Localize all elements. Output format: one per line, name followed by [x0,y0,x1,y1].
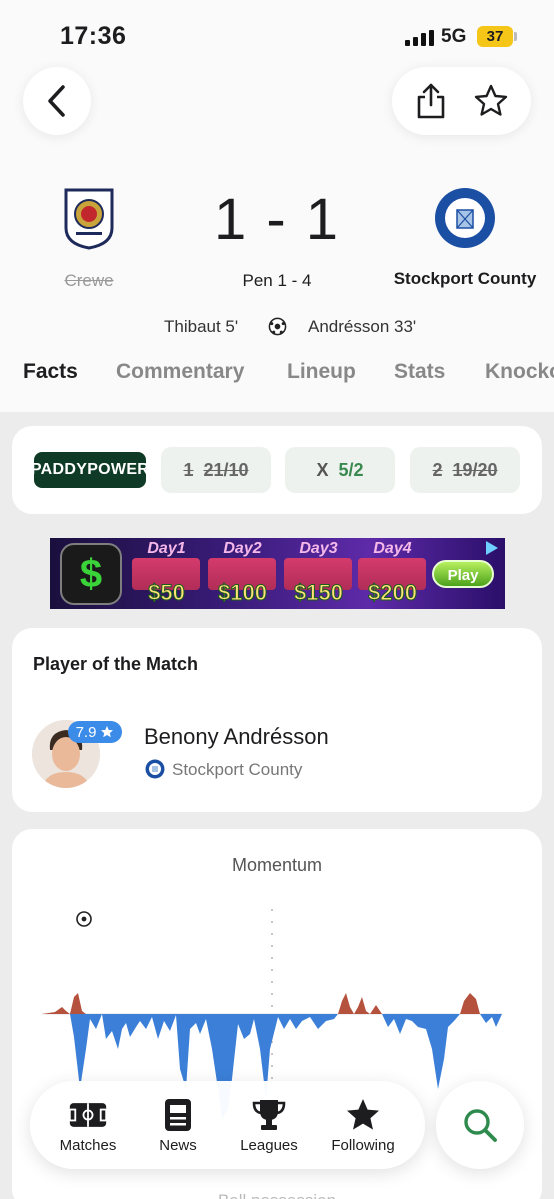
away-scorer[interactable]: Andrésson 33' [308,317,416,337]
goal-marker-icon [76,911,92,927]
header-actions [392,67,531,135]
network-type: 5G [441,26,467,47]
nav-label: Following [331,1137,395,1154]
away-team-name[interactable]: Stockport County [385,269,545,289]
odds-home-value: 21/10 [203,459,249,480]
chevron-left-icon [48,85,65,117]
ad-choices-icon[interactable] [486,541,498,555]
ad-day-label: Day3 [299,540,338,557]
tab-commentary[interactable]: Commentary [116,360,244,384]
home-momentum-area [42,993,502,1014]
battery-tip [514,32,517,41]
ad-banner[interactable]: $ Day1 $50 Day2 $100 Day3 $150 Day4 $200… [50,538,505,609]
player-of-match-card[interactable]: Player of the Match 7.9 Benony Andrésson… [12,628,542,812]
nav-leagues[interactable]: Leagues [230,1081,308,1169]
potm-title: Player of the Match [33,654,199,674]
search-icon [464,1109,497,1142]
trophy-icon [252,1100,286,1130]
tab-knockout[interactable]: Knocko [485,360,554,384]
paddypower-logo[interactable]: PADDYPOWER [31,452,149,488]
penalty-score: Pen 1 - 4 [242,271,312,290]
nav-news[interactable]: News [143,1081,213,1169]
ad-day-amount: $50 [148,580,186,606]
player-rating: 7.9 [75,723,97,741]
nav-label: News [159,1137,197,1154]
nav-label: Matches [59,1137,117,1154]
star-icon [347,1099,379,1130]
tab-lineup[interactable]: Lineup [287,360,356,384]
signal-icon [405,30,434,46]
crewe-crest-icon[interactable] [64,188,114,250]
stockport-crest-icon [145,759,165,779]
ad-day-amount: $150 [294,580,344,606]
odds-away-label: 2 [432,459,443,480]
player-rating-badge: 7.9 [68,721,122,743]
match-tabs: Facts Commentary Lineup Stats Knocko [0,360,554,394]
ad-day-4: Day4 $200 [356,538,429,609]
dollar-icon: $ [60,543,122,605]
status-time: 17:36 [60,22,127,50]
odds-card: PADDYPOWER 1 21/10 X 5/2 2 19/20 [12,426,542,514]
nav-matches[interactable]: Matches [48,1081,128,1169]
battery-icon: 37 [477,26,513,47]
tab-stats[interactable]: Stats [394,360,445,384]
favorite-star-icon[interactable] [473,83,509,119]
odds-draw-label: X [316,459,329,480]
back-button[interactable] [23,67,91,135]
nav-following[interactable]: Following [323,1081,403,1169]
news-icon [165,1099,191,1131]
player-team: Stockport County [172,760,303,779]
ad-day-label: Day4 [373,540,412,557]
ad-day-2: Day2 $100 [206,538,279,609]
home-scorer[interactable]: Thibaut 5' [164,317,238,337]
search-button[interactable] [436,1081,524,1169]
odds-draw[interactable]: X 5/2 [285,447,395,493]
odds-away-win[interactable]: 2 19/20 [410,447,520,493]
bottom-nav: Matches News Leagues Following [30,1081,425,1169]
football-icon [268,317,287,336]
rating-star-icon [101,726,114,738]
momentum-title: Momentum [231,855,323,875]
ad-day-label: Day2 [223,540,262,557]
ad-day-1: Day1 $50 [130,538,203,609]
ball-possession-label: Ball possession [12,1191,542,1199]
ad-day-3: Day3 $150 [282,538,355,609]
odds-draw-value: 5/2 [338,459,364,480]
ad-day-label: Day1 [147,540,186,557]
share-icon[interactable] [414,82,448,120]
nav-label: Leagues [240,1137,298,1154]
ad-day-amount: $100 [218,580,268,606]
odds-away-value: 19/20 [452,459,498,480]
odds-home-win[interactable]: 1 21/10 [161,447,271,493]
odds-home-label: 1 [183,459,194,480]
home-team-name[interactable]: Crewe [30,271,148,291]
status-bar: 17:36 5G 37 [0,0,554,70]
ad-play-button[interactable]: Play [432,560,494,588]
ad-day-amount: $200 [368,580,418,606]
stockport-crest-icon[interactable] [433,186,497,250]
tab-facts[interactable]: Facts [23,360,78,384]
match-score: 1 - 1 [213,187,341,252]
pitch-icon [68,1103,108,1127]
player-name: Benony Andrésson [144,724,329,749]
